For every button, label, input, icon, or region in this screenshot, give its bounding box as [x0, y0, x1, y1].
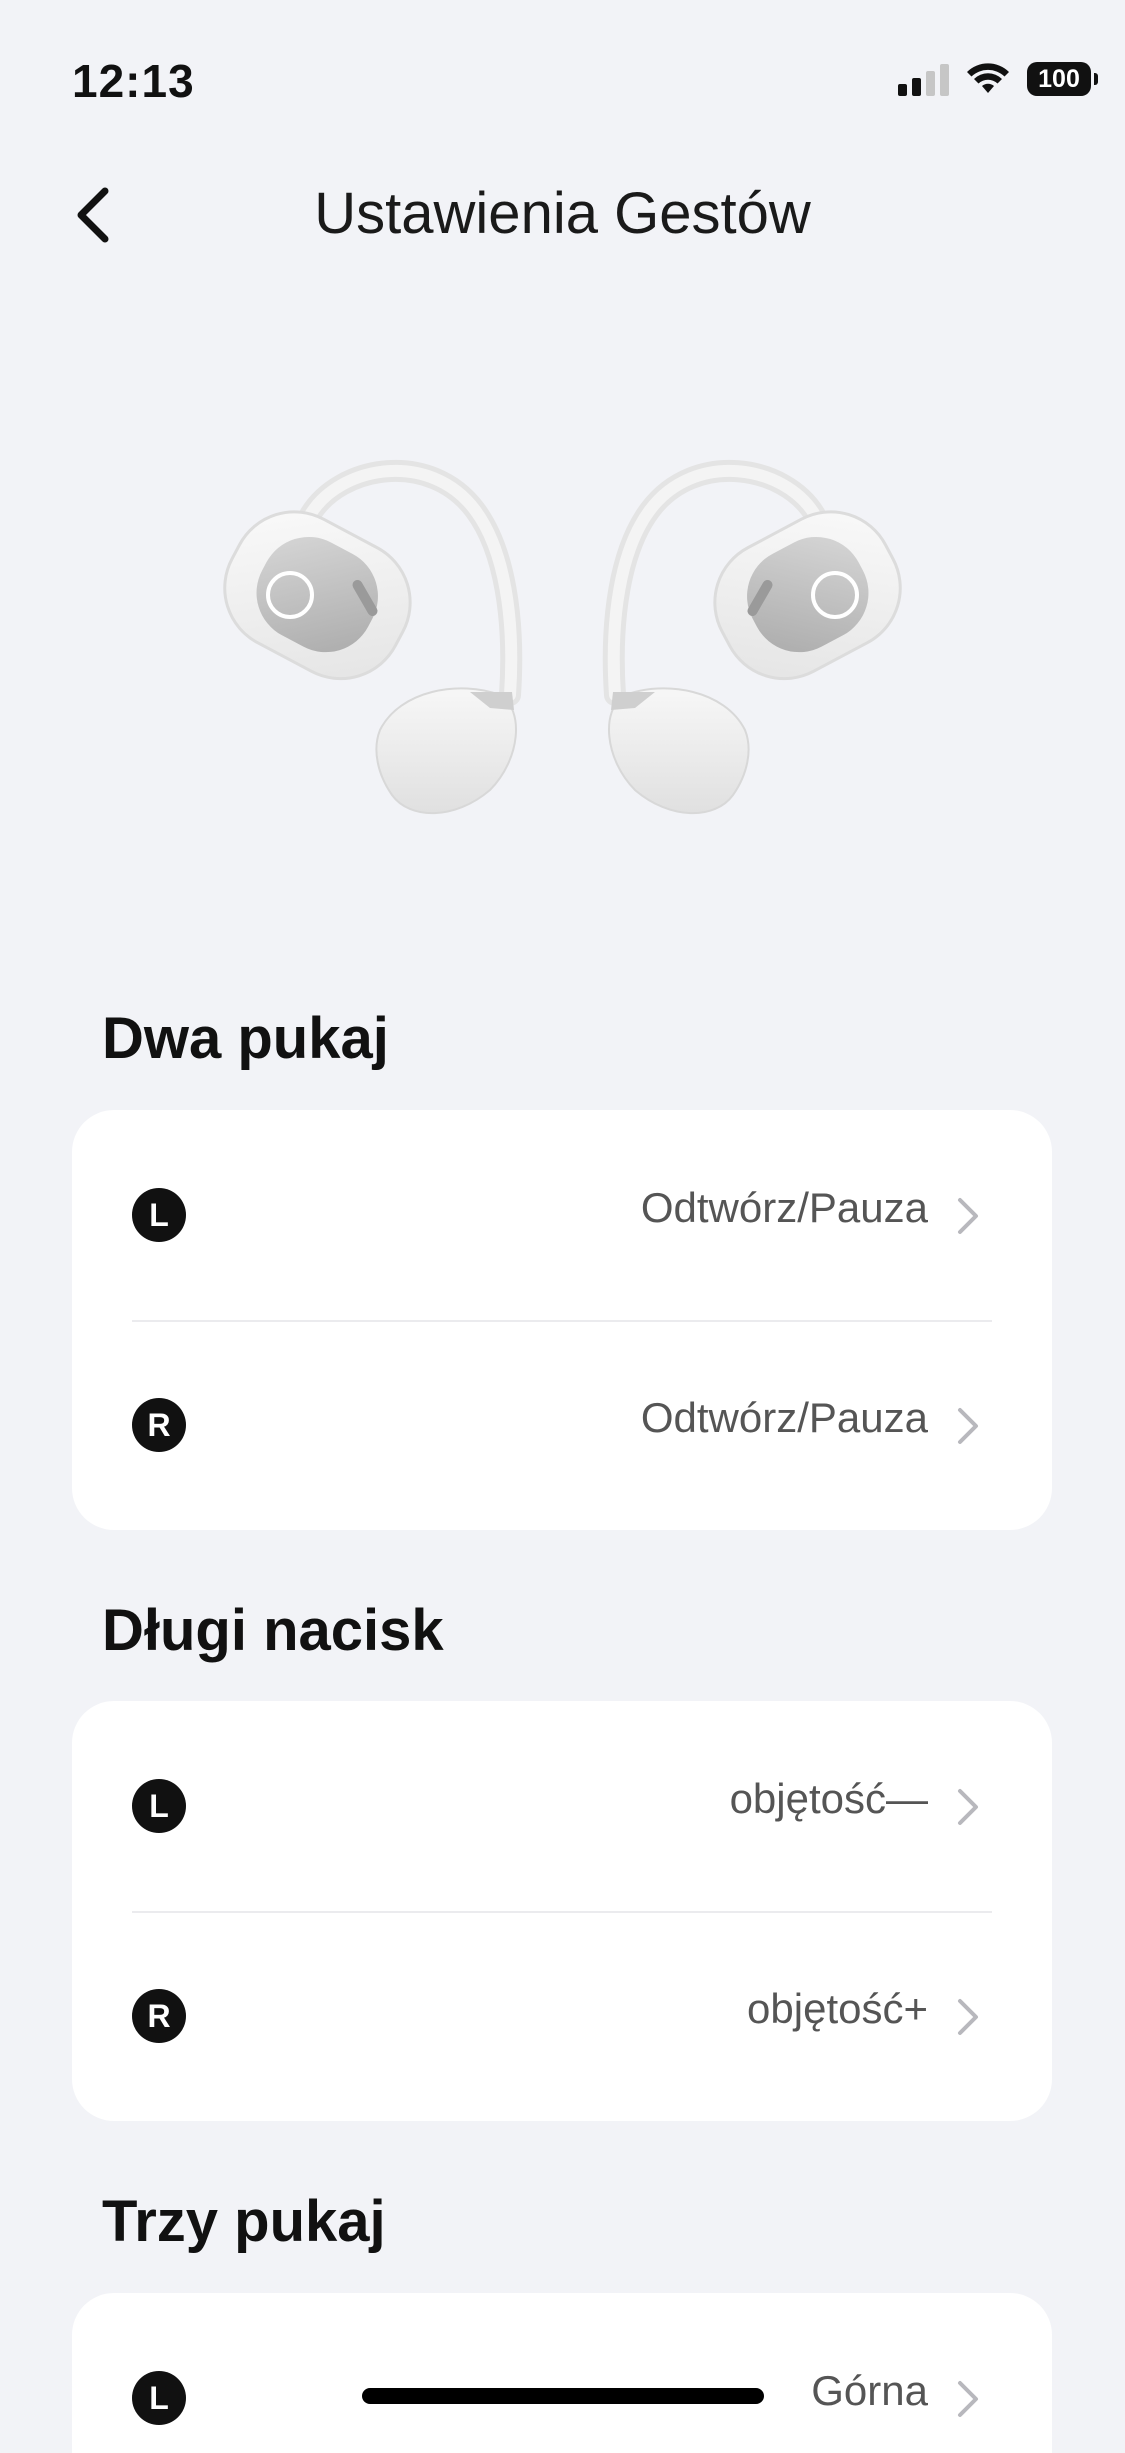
right-side-badge: R — [132, 1989, 186, 2043]
gesture-action-value: objętość— — [729, 1775, 928, 1822]
gesture-action-value: Odtwórz/Pauza — [640, 1184, 928, 1231]
gesture-row-triple-tap-left[interactable]: L Górna — [72, 2293, 1052, 2453]
left-side-badge: L — [132, 2371, 186, 2425]
page-title: Ustawienia Gestów — [314, 181, 811, 246]
earbuds-image — [223, 459, 902, 815]
right-earbud — [602, 459, 902, 815]
header: Ustawienia Gestów — [0, 160, 1125, 270]
card-triple-tap: L Górna — [72, 2293, 1052, 2453]
gesture-row-double-tap-right[interactable]: R Odtwórz/Pauza — [72, 1320, 1052, 1530]
cellular-signal-icon — [898, 62, 949, 96]
section-title-triple-tap: Trzy pukaj — [102, 2189, 386, 2254]
section-title-long-press: Długi nacisk — [102, 1598, 444, 1663]
wifi-icon — [967, 63, 1009, 93]
gesture-row-double-tap-left[interactable]: L Odtwórz/Pauza — [72, 1110, 1052, 1320]
card-double-tap: L Odtwórz/Pauza R Odtwórz/Pauza — [72, 1110, 1052, 1530]
gesture-row-long-press-right[interactable]: R objętość+ — [72, 1911, 1052, 2121]
chevron-right-icon — [958, 1198, 978, 1234]
status-time: 12:13 — [72, 55, 195, 107]
section-title-double-tap: Dwa pukaj — [102, 1006, 389, 1071]
status-bar: 12:13 100 — [0, 0, 1125, 160]
chevron-right-icon — [958, 1408, 978, 1444]
left-side-badge: L — [132, 1779, 186, 1833]
battery-level: 100 — [1038, 64, 1080, 93]
chevron-right-icon — [958, 2381, 978, 2417]
card-long-press: L objętość— R objętość+ — [72, 1701, 1052, 2121]
left-earbud — [223, 459, 523, 815]
right-side-badge: R — [132, 1398, 186, 1452]
battery-icon: 100 — [1027, 62, 1098, 96]
chevron-right-icon — [958, 1999, 978, 2035]
gesture-row-long-press-left[interactable]: L objętość— — [72, 1701, 1052, 1911]
home-indicator[interactable] — [362, 2388, 764, 2404]
gesture-action-value: Górna — [811, 2367, 928, 2414]
gesture-action-value: objętość+ — [747, 1985, 928, 2032]
left-side-badge: L — [132, 1188, 186, 1242]
gesture-action-value: Odtwórz/Pauza — [640, 1394, 928, 1441]
status-icons: 100 — [898, 62, 1098, 96]
chevron-right-icon — [958, 1789, 978, 1825]
